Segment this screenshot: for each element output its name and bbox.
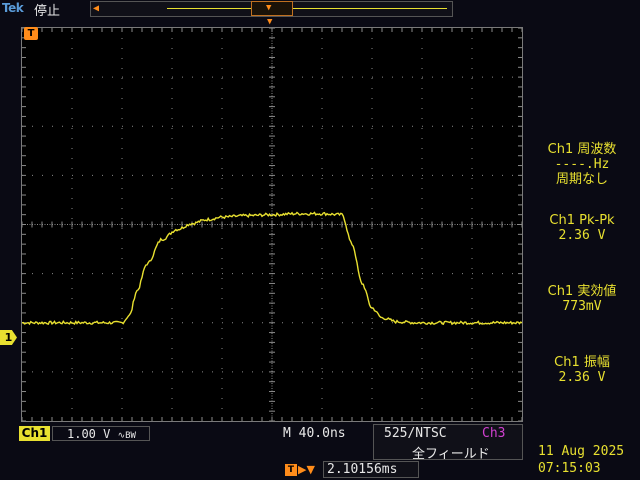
date-readout: 11 Aug 2025 [538,444,625,459]
channel-indicator[interactable]: Ch1 [19,426,50,441]
measurement-note: 周期なし [555,172,608,187]
measurement-label: Ch1 周波数 [547,142,617,157]
measurement-label: Ch1 振幅 [554,355,610,370]
bandwidth-limit-icon: ∿BW [117,431,136,441]
measurement-amplitude: Ch1 振幅 2.36 V [526,355,638,385]
record-line [167,8,447,9]
trigger-position-icon: T [285,464,297,476]
measurement-rms: Ch1 実効値 773mV [526,284,638,314]
volts-per-div: 1.00 V [67,427,111,441]
measurement-label: Ch1 Pk-Pk [549,213,615,228]
horizontal-position-readout[interactable]: 2.10156ms [323,461,419,478]
graticule [22,28,522,421]
trigger-source: 525/NTSC [384,426,447,441]
record-view-bar[interactable]: ◀ ▼ [90,1,453,17]
trigger-position-marker-icon: ▼ [267,17,273,27]
vertical-scale-readout[interactable]: 1.00 V ∿BW [52,426,150,441]
brand-logo: Tek [2,1,24,15]
measurement-value: 2.36 V [558,228,606,243]
measurement-value: 2.36 V [558,370,606,385]
acquisition-status: 停止 [34,4,61,19]
trigger-left-arrow-icon: ◀ [93,3,100,14]
trigger-time-marker[interactable]: T [24,27,38,40]
record-window[interactable]: ▼ [251,1,293,16]
measurement-label: Ch1 実効値 [547,284,617,299]
measurement-frequency: Ch1 周波数 ----.Hz 周期なし [526,142,638,187]
timebase-readout[interactable]: M 40.0ns [283,426,346,441]
trigger-field: 全フィールド [412,447,490,462]
top-status-bar: Tek 停止 ◀ ▼ [0,0,640,19]
trigger-down-arrow-icon: ▼ [266,3,272,13]
trigger-readout[interactable]: 525/NTSC Ch3 全フィールド [373,424,523,462]
position-arrow-icon: ▶▼ [298,463,315,476]
trigger-channel: Ch3 [482,426,506,441]
ch1-ground-marker[interactable]: 1 [0,330,17,345]
waveform-display[interactable] [21,27,523,422]
bottom-readout-bar: Ch1 1.00 V ∿BW M 40.0ns 525/NTSC Ch3 全フィ… [0,424,640,480]
measurement-value: 773mV [562,299,602,314]
measurement-value: ----.Hz [554,157,610,172]
measurement-pkpk: Ch1 Pk-Pk 2.36 V [526,213,638,243]
time-readout: 07:15:03 [538,461,601,476]
